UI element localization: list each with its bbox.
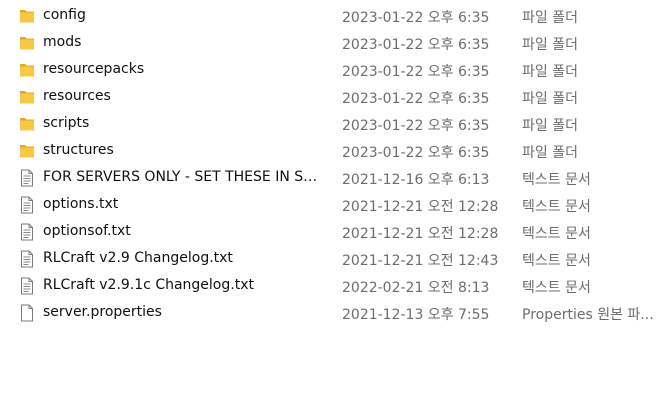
- file-type: 파일 폴더: [522, 145, 578, 161]
- file-icon: [19, 304, 35, 322]
- file-row[interactable]: optionsof.txt 2021-12-21 오전 12:28 텍스트 문서: [0, 219, 664, 246]
- file-modified-date: 2023-01-22 오후 6:35: [342, 37, 490, 53]
- file-modified-date: 2021-12-13 오후 7:55: [342, 307, 490, 323]
- file-type: 텍스트 문서: [522, 226, 591, 242]
- text-file-icon: [19, 196, 35, 214]
- file-row[interactable]: resourcepacks 2023-01-22 오후 6:35 파일 폴더: [0, 57, 664, 84]
- file-modified-date: 2023-01-22 오후 6:35: [342, 145, 490, 161]
- file-modified-date: 2021-12-21 오전 12:28: [342, 226, 499, 242]
- folder-icon: [19, 142, 35, 160]
- file-name: FOR SERVERS ONLY - SET THESE IN SE...: [43, 169, 325, 185]
- file-name: options.txt: [43, 196, 119, 212]
- file-name: RLCraft v2.9.1c Changelog.txt: [43, 277, 254, 293]
- file-name: scripts: [43, 115, 90, 131]
- file-row[interactable]: mods 2023-01-22 오후 6:35 파일 폴더: [0, 30, 664, 57]
- file-type: 텍스트 문서: [522, 172, 591, 188]
- file-type: Properties 원본 파...: [522, 307, 654, 323]
- file-name: resources: [43, 88, 111, 104]
- file-row[interactable]: server.properties 2021-12-13 오후 7:55 Pro…: [0, 300, 664, 327]
- file-modified-date: 2023-01-22 오후 6:35: [342, 91, 490, 107]
- file-row[interactable]: FOR SERVERS ONLY - SET THESE IN SE... 20…: [0, 165, 664, 192]
- file-modified-date: 2022-02-21 오전 8:13: [342, 280, 490, 296]
- file-row[interactable]: resources 2023-01-22 오후 6:35 파일 폴더: [0, 84, 664, 111]
- file-name: server.properties: [43, 304, 162, 320]
- file-type: 텍스트 문서: [522, 280, 591, 296]
- file-row[interactable]: RLCraft v2.9.1c Changelog.txt 2022-02-21…: [0, 273, 664, 300]
- text-file-icon: [19, 223, 35, 241]
- text-file-icon: [19, 277, 35, 295]
- text-file-icon: [19, 169, 35, 187]
- file-type: 파일 폴더: [522, 10, 578, 26]
- file-modified-date: 2023-01-22 오후 6:35: [342, 118, 490, 134]
- file-type: 파일 폴더: [522, 118, 578, 134]
- folder-icon: [19, 7, 35, 25]
- file-modified-date: 2021-12-21 오전 12:28: [342, 199, 499, 215]
- file-type: 파일 폴더: [522, 64, 578, 80]
- file-row[interactable]: config 2023-01-22 오후 6:35 파일 폴더: [0, 3, 664, 30]
- file-type: 텍스트 문서: [522, 253, 591, 269]
- file-row[interactable]: scripts 2023-01-22 오후 6:35 파일 폴더: [0, 111, 664, 138]
- file-name: mods: [43, 34, 82, 50]
- folder-icon: [19, 115, 35, 133]
- file-row[interactable]: RLCraft v2.9 Changelog.txt 2021-12-21 오전…: [0, 246, 664, 273]
- file-name: config: [43, 7, 86, 23]
- file-name: RLCraft v2.9 Changelog.txt: [43, 250, 233, 266]
- file-type: 파일 폴더: [522, 91, 578, 107]
- file-modified-date: 2021-12-21 오전 12:43: [342, 253, 499, 269]
- file-type: 파일 폴더: [522, 37, 578, 53]
- folder-icon: [19, 34, 35, 52]
- text-file-icon: [19, 250, 35, 268]
- file-modified-date: 2021-12-16 오후 6:13: [342, 172, 490, 188]
- file-row[interactable]: structures 2023-01-22 오후 6:35 파일 폴더: [0, 138, 664, 165]
- file-name: structures: [43, 142, 114, 158]
- file-name: optionsof.txt: [43, 223, 131, 239]
- file-name: resourcepacks: [43, 61, 145, 77]
- file-modified-date: 2023-01-22 오후 6:35: [342, 64, 490, 80]
- file-modified-date: 2023-01-22 오후 6:35: [342, 10, 490, 26]
- file-row[interactable]: options.txt 2021-12-21 오전 12:28 텍스트 문서: [0, 192, 664, 219]
- file-type: 텍스트 문서: [522, 199, 591, 215]
- file-list: config 2023-01-22 오후 6:35 파일 폴더 mods 202…: [0, 3, 664, 327]
- folder-icon: [19, 88, 35, 106]
- folder-icon: [19, 61, 35, 79]
